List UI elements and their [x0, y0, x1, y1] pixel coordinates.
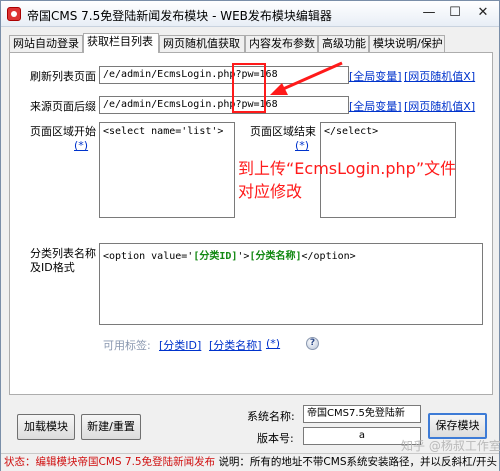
save-module-button[interactable]: 保存模块	[428, 413, 487, 439]
tab-auto-login[interactable]: 网站自动登录	[9, 35, 83, 52]
highlight-box	[232, 63, 266, 113]
region-start-textarea[interactable]: <select name='list'>	[99, 122, 235, 218]
region-start-star-link[interactable]: (*)	[74, 139, 88, 152]
app-icon	[7, 7, 21, 21]
load-module-button[interactable]: 加载模块	[17, 414, 75, 440]
title-bar: 帝国CMS 7.5免登陆新闻发布模块 - WEB发布模块编辑器 — ☐ ✕	[1, 1, 499, 27]
version-label: 版本号:	[257, 432, 294, 445]
random-val-link-2[interactable]: [网页随机值X]	[404, 98, 475, 114]
tag-star-link[interactable]: (*)	[266, 337, 280, 350]
status-text: 状态：编辑模块帝国CMS 7.5免登陆新闻发布	[4, 456, 216, 468]
watermark: 知乎 @杨叔工作室	[401, 439, 500, 453]
annotation-line-2: 对应修改	[238, 182, 303, 201]
available-tags-label: 可用标签:	[103, 339, 151, 352]
category-id-token: [分类ID]	[193, 251, 238, 262]
region-start-label: 页面区域开始	[30, 125, 96, 138]
editor-window: 帝国CMS 7.5免登陆新闻发布模块 - WEB发布模块编辑器 — ☐ ✕ 网站…	[0, 0, 500, 471]
tab-category-list[interactable]: 获取栏目列表	[83, 33, 159, 53]
category-name-token: [分类名称]	[249, 251, 302, 262]
region-end-star-link[interactable]: (*)	[295, 139, 309, 152]
category-format-prefix: <option value='	[103, 251, 194, 262]
tab-advanced[interactable]: 高级功能	[318, 35, 369, 52]
global-var-link-2[interactable]: [全局变量]	[349, 98, 402, 114]
category-format-label-2: 及ID格式	[30, 261, 75, 274]
category-format-suffix: </option>	[301, 251, 356, 262]
refresh-page-label: 刷新列表页面	[30, 70, 96, 83]
category-format-textarea[interactable]: <option value='[分类ID]'>[分类名称]</option>	[99, 243, 483, 325]
region-end-label: 页面区域结束	[250, 125, 316, 138]
global-var-link-1[interactable]: [全局变量]	[349, 68, 402, 84]
maximize-button[interactable]: ☐	[443, 3, 467, 23]
tag-category-id-link[interactable]: [分类ID]	[159, 337, 201, 353]
tab-random-value[interactable]: 网页随机值获取	[159, 35, 245, 52]
minimize-button[interactable]: —	[417, 3, 441, 23]
system-name-label: 系统名称:	[247, 410, 295, 423]
annotation-line-1: 到上传“EcmsLogin.php”文件	[238, 159, 457, 178]
status-note: 说明：所有的地址不带CMS系统安装路径，并以反斜杠/开头	[218, 456, 498, 468]
source-suffix-label: 来源页面后缀	[30, 100, 96, 113]
tab-module-info[interactable]: 模块说明/保护	[369, 35, 445, 52]
system-name-input[interactable]: 帝国CMS7.5免登陆新	[303, 405, 421, 423]
random-val-link-1[interactable]: [网页随机值X]	[404, 68, 475, 84]
new-reset-button[interactable]: 新建/重置	[81, 414, 141, 440]
window-title: 帝国CMS 7.5免登陆新闻发布模块 - WEB发布模块编辑器	[27, 9, 332, 23]
tag-category-name-link[interactable]: [分类名称]	[209, 337, 262, 353]
status-bar: 状态：编辑模块帝国CMS 7.5免登陆新闻发布 说明：所有的地址不带CMS系统安…	[1, 453, 499, 471]
tab-publish-params[interactable]: 内容发布参数	[245, 35, 318, 52]
category-format-mid: '>	[237, 251, 250, 262]
help-icon[interactable]: ?	[306, 337, 319, 350]
close-button[interactable]: ✕	[469, 3, 497, 23]
tab-panel: 刷新列表页面 /e/admin/EcmsLogin.php?pw=168 [全局…	[9, 52, 493, 395]
annotation-arrow-icon	[270, 61, 343, 95]
